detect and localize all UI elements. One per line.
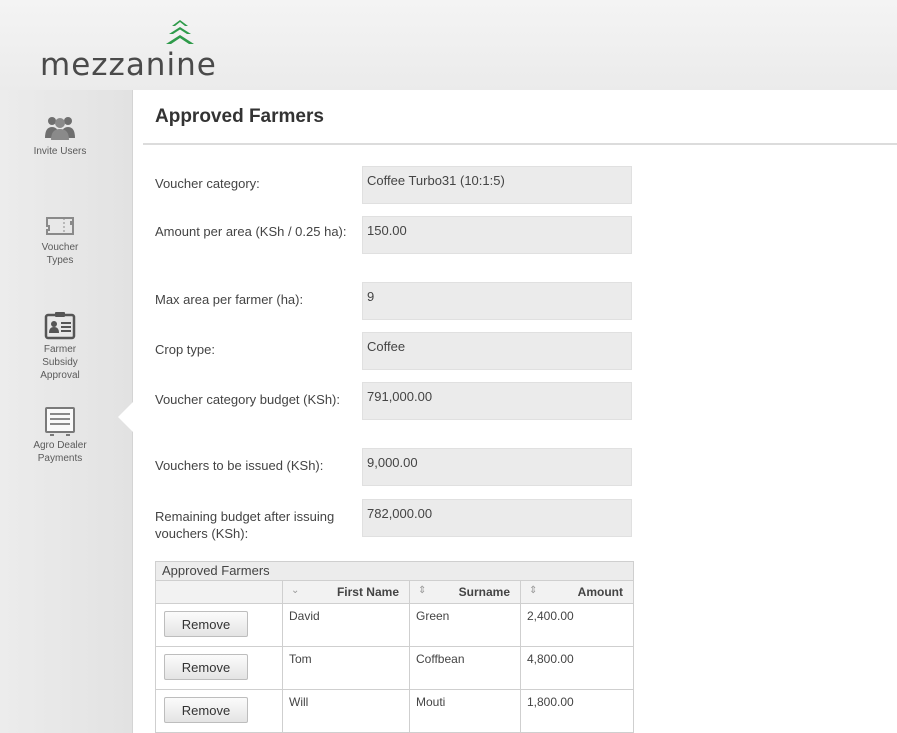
grid-caption: Approved Farmers: [155, 561, 634, 580]
remaining-budget-value: 782,000.00: [362, 499, 632, 537]
column-header-amount[interactable]: ⇕ Amount: [520, 580, 634, 604]
voucher-category-budget-label: Voucher category budget (KSh):: [155, 392, 341, 407]
amount-cell: 4,800.00: [520, 646, 634, 690]
sidebar-item-agro-dealer-payments[interactable]: Agro Dealer Payments: [30, 406, 90, 465]
amount-per-area-value: 150.00: [362, 216, 632, 254]
sidebar-item-label: Voucher Types: [41, 242, 79, 266]
remove-button[interactable]: Remove: [164, 654, 248, 680]
column-header-first-name[interactable]: ⌄ First Name: [282, 580, 410, 604]
sidebar: Invite Users Voucher Types Farmer Subsid…: [0, 90, 133, 733]
max-area-label: Max area per farmer (ha):: [155, 292, 304, 307]
table-header-row: ⌄ First Name ⇕ Surname ⇕ Amount: [155, 580, 634, 604]
first-name-cell: Tom: [282, 646, 410, 690]
sort-icon: ⇕: [418, 585, 427, 596]
amount-per-area-label: Amount per area (KSh / 0.25 ha):: [155, 224, 347, 239]
first-name-cell: David: [282, 603, 410, 647]
first-name-cell: Will: [282, 689, 410, 733]
actions-cell: Remove: [155, 646, 283, 690]
sidebar-item-invite-users[interactable]: Invite Users: [30, 112, 90, 158]
sidebar-item-voucher-types[interactable]: Voucher Types: [30, 214, 90, 267]
app-header: mezzanine: [0, 0, 897, 90]
sidebar-item-label: Farmer Subsidy Approval: [40, 344, 80, 381]
active-item-indicator: [118, 402, 133, 432]
voucher-category-budget-value: 791,000.00: [362, 382, 632, 420]
table-row: Remove David Green 2,400.00: [155, 603, 634, 647]
sidebar-item-label: Invite Users: [33, 146, 87, 157]
logo-mark-icon: [166, 20, 194, 44]
id-card-icon: [44, 312, 76, 340]
actions-cell: Remove: [155, 603, 283, 647]
table-row: Remove Will Mouti 1,800.00: [155, 689, 634, 733]
logo-text: mezzanine: [40, 47, 217, 83]
crop-type-value: Coffee: [362, 332, 632, 370]
amount-cell: 1,800.00: [520, 689, 634, 733]
actions-cell: Remove: [155, 689, 283, 733]
column-header-actions: [155, 580, 283, 604]
voucher-category-value: Coffee Turbo31 (10:1:5): [362, 166, 632, 204]
remove-button[interactable]: Remove: [164, 697, 248, 723]
surname-cell: Mouti: [409, 689, 521, 733]
approved-farmers-grid: Approved Farmers ⌄ First Name ⇕ Surname …: [155, 561, 634, 733]
surname-cell: Green: [409, 603, 521, 647]
sort-icon: ⇕: [529, 585, 538, 596]
remove-button[interactable]: Remove: [164, 611, 248, 637]
column-header-surname[interactable]: ⇕ Surname: [409, 580, 521, 604]
vouchers-to-be-issued-value: 9,000.00: [362, 448, 632, 486]
voucher-icon: [46, 217, 74, 235]
document-icon: [45, 407, 75, 436]
page-title: Approved Farmers: [155, 106, 324, 127]
remaining-budget-label: Remaining budget after issuing vouchers …: [155, 509, 335, 541]
crop-type-label: Crop type:: [155, 342, 215, 357]
sort-icon: ⌄: [291, 585, 300, 596]
title-divider: [143, 143, 897, 145]
max-area-value: 9: [362, 282, 632, 320]
table-row: Remove Tom Coffbean 4,800.00: [155, 646, 634, 690]
vouchers-to-be-issued-label: Vouchers to be issued (KSh):: [155, 458, 324, 473]
amount-cell: 2,400.00: [520, 603, 634, 647]
voucher-category-label: Voucher category:: [155, 176, 260, 191]
main-content: Approved Farmers Voucher category: Coffe…: [133, 90, 897, 733]
sidebar-item-farmer-subsidy-approval[interactable]: Farmer Subsidy Approval: [30, 310, 90, 382]
sidebar-item-label: Agro Dealer Payments: [33, 440, 87, 464]
users-icon: [45, 117, 75, 140]
surname-cell: Coffbean: [409, 646, 521, 690]
approved-farmers-table: ⌄ First Name ⇕ Surname ⇕ Amount Remove D…: [155, 580, 634, 733]
